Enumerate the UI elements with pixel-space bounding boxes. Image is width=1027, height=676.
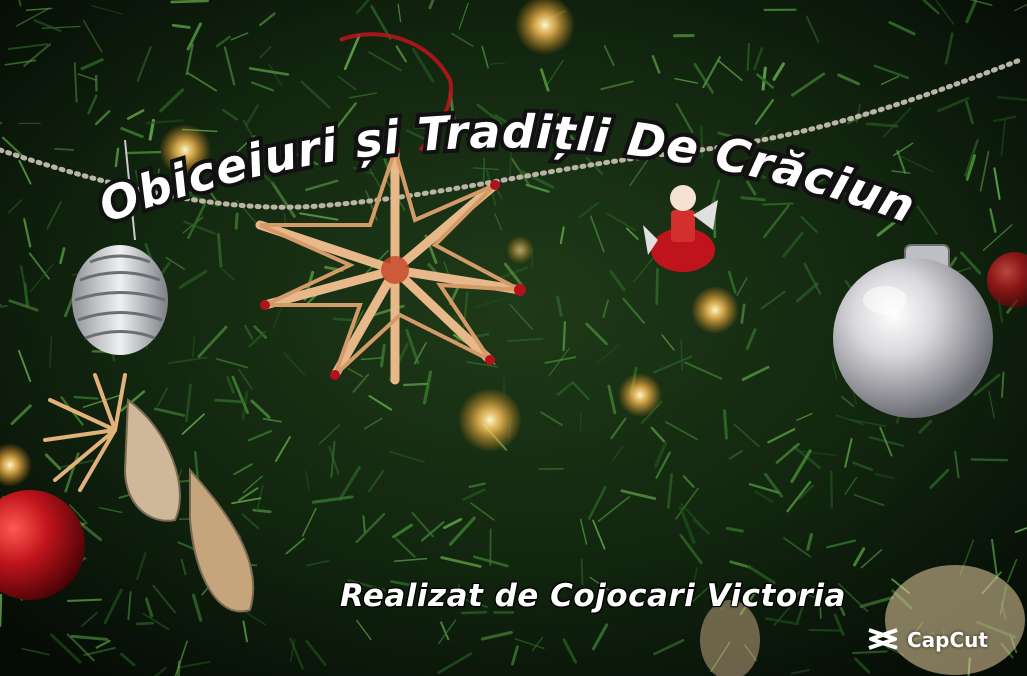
pine-needle xyxy=(135,621,155,626)
capcut-watermark: CapCut xyxy=(866,624,988,656)
pine-needle xyxy=(73,395,99,400)
pine-needle xyxy=(67,598,102,603)
pine-needle xyxy=(54,147,75,151)
pine-needle xyxy=(830,470,834,509)
pine-needle xyxy=(970,458,1009,462)
pine-needle xyxy=(124,150,162,155)
capcut-logo-icon xyxy=(866,627,900,653)
pine-needle xyxy=(740,196,766,202)
pine-needle xyxy=(214,398,245,404)
pine-needle xyxy=(723,409,728,440)
pine-needle xyxy=(762,202,794,206)
pine-needle xyxy=(0,593,3,627)
pine-needle xyxy=(402,382,428,387)
pine-needle xyxy=(252,508,272,514)
capcut-brand-label: CapCut xyxy=(907,628,988,652)
author-credit: Realizat de Cojocari Victoria xyxy=(339,577,846,614)
pine-needle xyxy=(655,267,659,305)
pine-needle xyxy=(746,43,750,71)
pine-needle xyxy=(332,317,353,322)
pine-needle xyxy=(562,321,567,352)
pine-needle xyxy=(170,0,209,4)
christmas-tree-scene: Obiceiuri și Tradițli De Crăciun xyxy=(0,0,1027,676)
pine-needle xyxy=(362,515,366,533)
pine-needle xyxy=(808,629,842,632)
pine-needle xyxy=(234,212,239,230)
